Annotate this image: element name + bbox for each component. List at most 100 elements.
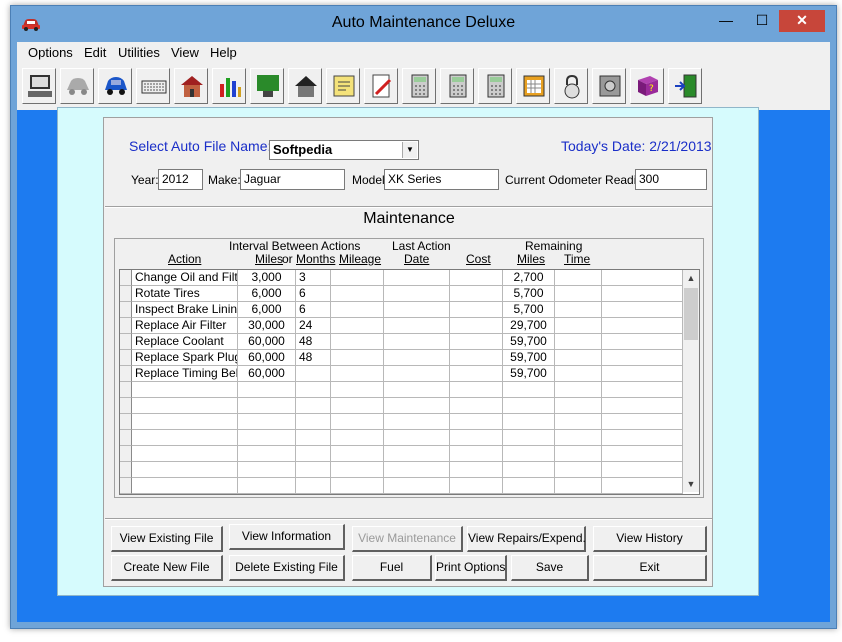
toolbar-document-button[interactable] <box>364 68 398 104</box>
print-options-button[interactable]: Print Options <box>435 555 507 581</box>
row-selector[interactable] <box>120 382 132 398</box>
cell-mileage[interactable] <box>331 462 384 478</box>
cell-time[interactable] <box>555 462 602 478</box>
view-maintenance-button[interactable]: View Maintenance <box>352 526 463 552</box>
cell-action[interactable]: Change Oil and Filter <box>132 270 238 286</box>
cell-date[interactable] <box>384 286 450 302</box>
cell-cost[interactable] <box>450 334 503 350</box>
cell-miles[interactable] <box>238 414 296 430</box>
cell-time[interactable] <box>555 318 602 334</box>
cell-cost[interactable] <box>450 350 503 366</box>
cell-months[interactable]: 24 <box>296 318 331 334</box>
menu-options[interactable]: Options <box>28 45 73 60</box>
cell-time[interactable] <box>555 270 602 286</box>
cell-date[interactable] <box>384 398 450 414</box>
cell-rem-miles[interactable]: 59,700 <box>503 366 555 382</box>
cell-date[interactable] <box>384 334 450 350</box>
maintenance-grid[interactable]: ▲ ▼ Change Oil and Filter 3,000 3 2,700 Rota… <box>119 269 700 495</box>
cell-date[interactable] <box>384 270 450 286</box>
cell-date[interactable] <box>384 478 450 494</box>
fuel-button[interactable]: Fuel <box>352 555 432 581</box>
cell-months[interactable]: 48 <box>296 350 331 366</box>
cell-rem-miles[interactable] <box>503 430 555 446</box>
cell-cost[interactable] <box>450 430 503 446</box>
cell-cost[interactable] <box>450 462 503 478</box>
cell-rem-miles[interactable] <box>503 478 555 494</box>
cell-action[interactable]: Replace Coolant <box>132 334 238 350</box>
table-row[interactable] <box>120 446 683 462</box>
dropdown-arrow-icon[interactable]: ▼ <box>402 142 417 158</box>
cell-cost[interactable] <box>450 286 503 302</box>
cell-mileage[interactable] <box>331 398 384 414</box>
cell-months[interactable] <box>296 462 331 478</box>
row-selector[interactable] <box>120 398 132 414</box>
cell-miles[interactable]: 30,000 <box>238 318 296 334</box>
cell-action[interactable]: Inspect Brake Linings <box>132 302 238 318</box>
table-row[interactable] <box>120 462 683 478</box>
cell-mileage[interactable] <box>331 318 384 334</box>
toolbar-keyboard-button[interactable] <box>136 68 170 104</box>
table-row[interactable] <box>120 478 683 494</box>
table-row[interactable]: Replace Spark Plugs 60,000 48 59,700 <box>120 350 683 366</box>
cell-date[interactable] <box>384 446 450 462</box>
cell-rem-miles[interactable] <box>503 382 555 398</box>
cell-miles[interactable] <box>238 430 296 446</box>
cell-mileage[interactable] <box>331 446 384 462</box>
cell-time[interactable] <box>555 350 602 366</box>
scroll-down-icon[interactable]: ▼ <box>683 476 699 492</box>
menu-help[interactable]: Help <box>210 45 237 60</box>
cell-mileage[interactable] <box>331 382 384 398</box>
toolbar-chart-button[interactable] <box>212 68 246 104</box>
row-selector[interactable] <box>120 318 132 334</box>
row-selector[interactable] <box>120 446 132 462</box>
row-selector[interactable] <box>120 334 132 350</box>
toolbar-calculator-1-button[interactable] <box>402 68 436 104</box>
menu-view[interactable]: View <box>171 45 199 60</box>
cell-time[interactable] <box>555 382 602 398</box>
table-row[interactable] <box>120 414 683 430</box>
make-field[interactable]: Jaguar <box>240 169 345 190</box>
cell-cost[interactable] <box>450 414 503 430</box>
cell-rem-miles[interactable]: 29,700 <box>503 318 555 334</box>
table-row[interactable] <box>120 430 683 446</box>
cell-rem-miles[interactable] <box>503 398 555 414</box>
cell-miles[interactable]: 6,000 <box>238 286 296 302</box>
year-field[interactable]: 2012 <box>158 169 203 190</box>
row-selector[interactable] <box>120 478 132 494</box>
cell-months[interactable] <box>296 398 331 414</box>
exit-button[interactable]: Exit <box>593 555 707 581</box>
table-row[interactable]: Rotate Tires 6,000 6 5,700 <box>120 286 683 302</box>
title-bar[interactable]: Auto Maintenance Deluxe — ☐ ✕ <box>11 6 836 42</box>
cell-rem-miles[interactable]: 5,700 <box>503 286 555 302</box>
row-selector[interactable] <box>120 350 132 366</box>
cell-action[interactable] <box>132 446 238 462</box>
menu-edit[interactable]: Edit <box>84 45 106 60</box>
view-existing-file-button[interactable]: View Existing File <box>111 526 223 552</box>
cell-miles[interactable]: 3,000 <box>238 270 296 286</box>
cell-miles[interactable]: 60,000 <box>238 334 296 350</box>
table-row[interactable] <box>120 398 683 414</box>
cell-time[interactable] <box>555 446 602 462</box>
cell-action[interactable] <box>132 414 238 430</box>
scroll-thumb[interactable] <box>684 288 698 340</box>
cell-months[interactable]: 6 <box>296 286 331 302</box>
toolbar-exit-button[interactable] <box>668 68 702 104</box>
view-repairs-button[interactable]: View Repairs/Expend. <box>467 526 586 552</box>
cell-miles[interactable]: 6,000 <box>238 302 296 318</box>
save-button[interactable]: Save <box>511 555 589 581</box>
toolbar-calculator-3-button[interactable] <box>478 68 512 104</box>
cell-date[interactable] <box>384 318 450 334</box>
cell-months[interactable] <box>296 414 331 430</box>
view-information-button[interactable]: View Information <box>229 524 345 550</box>
scroll-up-icon[interactable]: ▲ <box>683 270 699 286</box>
cell-rem-miles[interactable]: 5,700 <box>503 302 555 318</box>
cell-mileage[interactable] <box>331 414 384 430</box>
cell-months[interactable] <box>296 430 331 446</box>
cell-rem-miles[interactable] <box>503 446 555 462</box>
cell-months[interactable]: 48 <box>296 334 331 350</box>
cell-miles[interactable] <box>238 382 296 398</box>
cell-cost[interactable] <box>450 302 503 318</box>
cell-months[interactable] <box>296 446 331 462</box>
auto-file-select[interactable]: Softpedia ▼ <box>269 140 419 160</box>
cell-date[interactable] <box>384 302 450 318</box>
